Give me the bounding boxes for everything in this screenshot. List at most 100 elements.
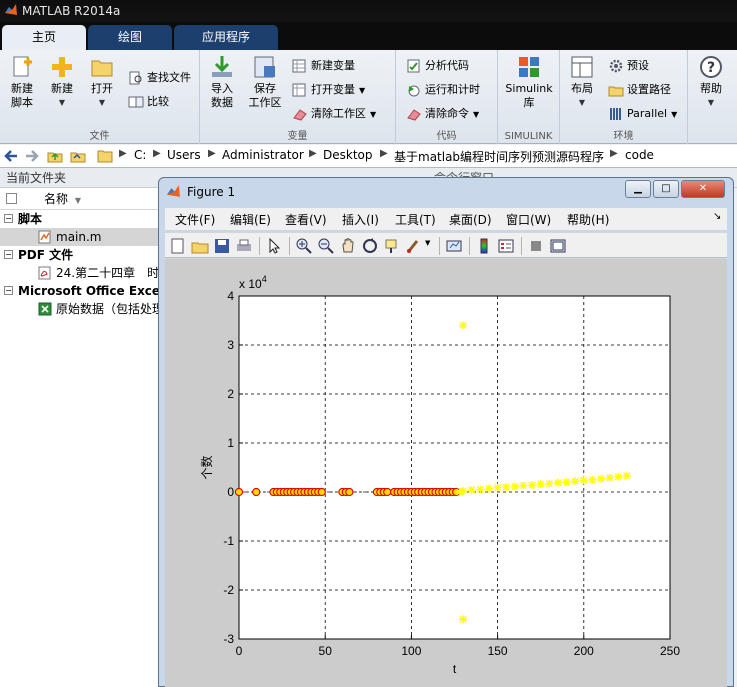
simulink-library-button[interactable]: Simulink 库 xyxy=(504,54,554,110)
parallel-button[interactable]: Parallel ▼ xyxy=(608,104,677,124)
collapse-icon[interactable]: − xyxy=(4,214,13,223)
breadcrumb-c[interactable]: C: xyxy=(134,148,146,162)
simulink-library-icon xyxy=(519,57,539,77)
analyze-icon xyxy=(407,59,420,73)
close-button[interactable]: ✕ xyxy=(681,180,725,198)
new-button[interactable]: 新建 ▼ xyxy=(44,54,80,110)
data-cursor-icon[interactable] xyxy=(383,237,401,255)
tab-home[interactable]: 主页 xyxy=(2,25,86,50)
chevron-down-icon[interactable]: ▼ xyxy=(425,239,443,257)
open-variable-button[interactable]: 打开变量 ▼ xyxy=(292,80,365,100)
chevron-right-icon: ▶ xyxy=(610,148,618,159)
maximize-button[interactable]: □ xyxy=(653,180,679,198)
link-plot-icon[interactable] xyxy=(445,237,463,255)
layout-button[interactable]: 布局 ▼ xyxy=(564,54,600,110)
run-and-time-button[interactable]: 运行和计时 xyxy=(406,80,480,100)
help-button[interactable]: ? 帮助 ▼ xyxy=(694,54,728,110)
data-point xyxy=(588,475,597,484)
minimize-button[interactable]: ▁ xyxy=(625,180,651,198)
breadcrumb-users[interactable]: Users xyxy=(167,148,201,162)
open-button[interactable]: 打开 ▼ xyxy=(84,54,120,110)
data-point xyxy=(383,487,392,497)
address-bar: ▶ C: ▶ Users ▶ Administrator ▶ Desktop ▶… xyxy=(0,145,737,168)
menu-tools[interactable]: 工具(T) xyxy=(395,211,436,228)
figure-canvas[interactable]: 0 50 100 150 200 250 -3 -2 -1 0 1 2 3 4 x 104 t 个数 xyxy=(165,259,727,687)
code-group: 分析代码 运行和计时 清除命令 ▼ 代码 xyxy=(396,50,498,144)
menu-window[interactable]: 窗口(W) xyxy=(506,211,551,228)
new-script-button[interactable]: 新建 脚本 xyxy=(4,54,40,110)
column-checkbox[interactable] xyxy=(6,193,17,204)
zoom-in-icon[interactable] xyxy=(295,237,313,255)
breadcrumb-administrator[interactable]: Administrator xyxy=(222,148,304,162)
new-variable-button[interactable]: 新建变量 xyxy=(292,56,355,76)
colorbar-icon[interactable] xyxy=(475,237,493,255)
section-label: PDF 文件 xyxy=(18,248,74,262)
save-icon[interactable] xyxy=(213,237,231,255)
browse-folder-icon[interactable] xyxy=(70,148,86,164)
data-point xyxy=(484,484,493,493)
open-label: 打开 xyxy=(91,82,113,95)
show-plot-tools-icon[interactable] xyxy=(549,237,567,255)
set-path-button[interactable]: 设置路径 xyxy=(608,80,671,100)
breadcrumb-code[interactable]: code xyxy=(625,148,654,162)
data-point xyxy=(493,483,502,492)
back-arrow-icon[interactable] xyxy=(3,148,19,164)
clear-workspace-button[interactable]: 清除工作区 ▼ xyxy=(292,104,376,124)
pointer-icon[interactable] xyxy=(265,237,283,255)
forward-arrow-icon[interactable] xyxy=(24,148,40,164)
data-point xyxy=(252,487,261,497)
menu-edit[interactable]: 编辑(E) xyxy=(230,211,271,228)
zoom-out-icon[interactable] xyxy=(317,237,335,255)
new-figure-icon[interactable] xyxy=(169,237,187,255)
open-file-icon[interactable] xyxy=(191,237,209,255)
brush-icon[interactable] xyxy=(405,237,423,255)
chevron-right-icon: ▶ xyxy=(119,148,127,159)
preferences-button[interactable]: 预设 xyxy=(608,56,649,76)
toolbar-divider xyxy=(259,237,260,255)
menu-file[interactable]: 文件(F) xyxy=(175,211,215,228)
import-data-button[interactable]: 导入 数据 xyxy=(204,54,240,110)
open-variable-label: 打开变量 xyxy=(311,83,355,96)
menu-insert[interactable]: 插入(I) xyxy=(342,211,379,228)
rotate-3d-icon[interactable] xyxy=(361,237,379,255)
breadcrumb-desktop[interactable]: Desktop xyxy=(323,148,373,162)
parallel-label: Parallel xyxy=(627,107,668,120)
analyze-code-label: 分析代码 xyxy=(425,59,469,72)
up-folder-icon[interactable] xyxy=(47,148,63,164)
find-files-button[interactable]: 查找文件 xyxy=(128,68,191,88)
menu-desktop[interactable]: 桌面(D) xyxy=(449,211,492,228)
variable-group-title: 变量 xyxy=(287,131,308,142)
compare-label: 比较 xyxy=(147,95,169,108)
file-name: 原始数据（包括处理 xyxy=(56,302,165,316)
legend-icon[interactable] xyxy=(497,237,515,255)
tab-apps[interactable]: 应用程序 xyxy=(174,25,278,50)
x-tick-label: 0 xyxy=(236,644,243,658)
file-group: 新建 脚本 新建 ▼ 打开 ▼ 查找文件 比较 文件 xyxy=(0,50,200,144)
dock-arrow-icon[interactable]: ↘ xyxy=(713,211,721,222)
clear-commands-button[interactable]: 清除命令 ▼ xyxy=(406,104,479,124)
save-workspace-button[interactable]: 保存 工作区 xyxy=(244,54,286,110)
y-tick-label: 1 xyxy=(227,436,234,450)
menu-help[interactable]: 帮助(H) xyxy=(567,211,609,228)
scatter-plot[interactable]: 0 50 100 150 200 250 -3 -2 -1 0 1 2 3 4 x 104 t 个数 xyxy=(165,259,727,687)
menu-view[interactable]: 查看(V) xyxy=(285,211,327,228)
breadcrumb-project-folder[interactable]: 基于matlab编程时间序列预测源码程序 xyxy=(394,148,604,165)
hide-plot-tools-icon[interactable] xyxy=(527,237,545,255)
y-exponent-label: x 104 xyxy=(239,274,267,291)
collapse-icon[interactable]: − xyxy=(4,286,13,295)
analyze-code-button[interactable]: 分析代码 xyxy=(406,56,469,76)
x-tick-label: 100 xyxy=(401,644,421,658)
preferences-label: 预设 xyxy=(627,59,649,72)
figure-title-bar[interactable]: Figure 1 ▁ □ ✕ xyxy=(159,178,733,206)
tab-plots[interactable]: 绘图 xyxy=(88,25,172,50)
help-icon: ? xyxy=(700,56,722,78)
y-tick-label: -2 xyxy=(223,583,234,597)
collapse-icon[interactable]: − xyxy=(4,250,13,259)
toolbar-divider xyxy=(469,237,470,255)
print-icon[interactable] xyxy=(235,237,253,255)
pan-hand-icon[interactable] xyxy=(339,237,357,255)
compare-button[interactable]: 比较 xyxy=(128,92,169,112)
toolbar-divider xyxy=(521,237,522,255)
help-label: 帮助 xyxy=(700,82,722,95)
layout-label: 布局 xyxy=(571,82,593,95)
